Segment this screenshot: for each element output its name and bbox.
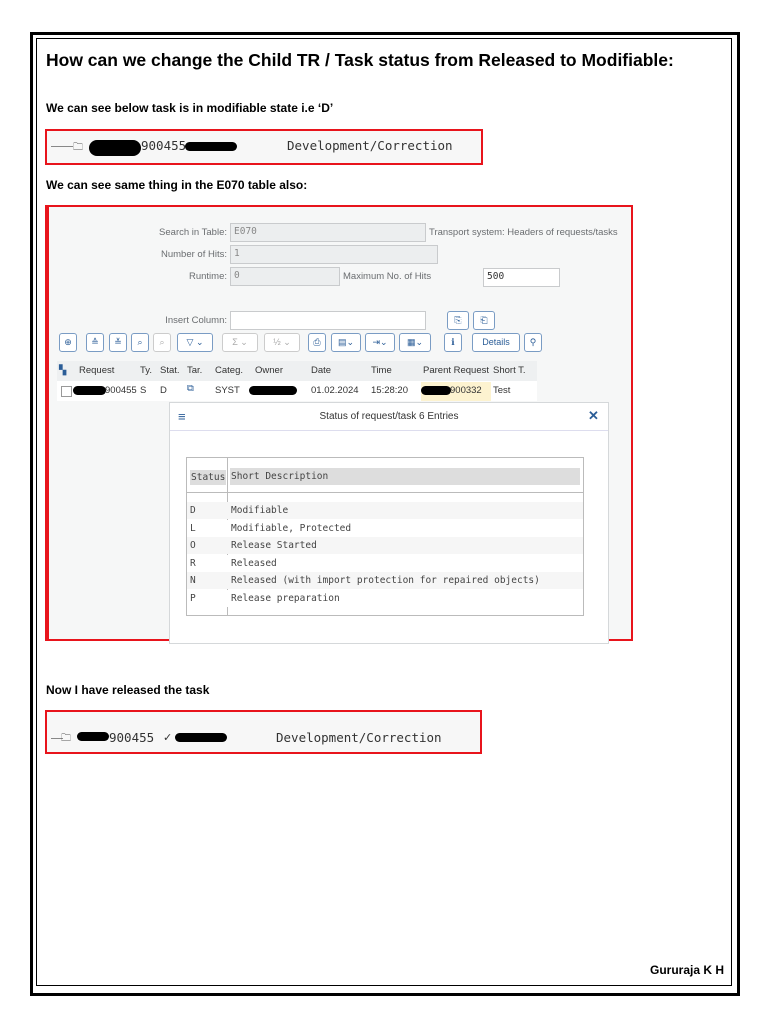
status-row[interactable]: N Released (with import protection for re… bbox=[187, 572, 583, 589]
status-row[interactable]: P Release preparation bbox=[187, 589, 583, 607]
col-target[interactable]: Tar. bbox=[187, 365, 202, 376]
status-desc: Released (with import protection for rep… bbox=[231, 575, 540, 586]
find-icon[interactable]: ⌕ bbox=[131, 333, 149, 352]
sort-desc-icon[interactable]: ≚ bbox=[109, 333, 127, 352]
cell-request: 900455 bbox=[105, 385, 137, 396]
screenshot-e070-table: Search in Table: E070 Transport system: … bbox=[45, 205, 633, 644]
col-status[interactable]: Stat. bbox=[160, 365, 180, 376]
column-settings-icon[interactable]: ▚ bbox=[59, 365, 66, 376]
export-icon[interactable]: ⇥⌄ bbox=[365, 333, 395, 352]
close-icon[interactable]: ✕ bbox=[588, 408, 599, 424]
search-label: Search in Table: bbox=[159, 227, 227, 238]
redacted-prefix bbox=[421, 386, 451, 395]
folder-icon: 🗀 bbox=[73, 142, 83, 153]
status-desc: Modifiable, Protected bbox=[231, 522, 352, 534]
col-request[interactable]: Request bbox=[79, 365, 114, 376]
status-code: D bbox=[190, 505, 196, 516]
status-code: N bbox=[190, 575, 196, 586]
redacted-prefix bbox=[77, 732, 109, 741]
col-short-text[interactable]: Short T. bbox=[493, 365, 526, 376]
sort-asc-icon[interactable]: ≙ bbox=[86, 333, 104, 352]
tree-line bbox=[51, 146, 73, 147]
redacted-owner bbox=[249, 386, 297, 395]
dialog-title: Status of request/task 6 Entries bbox=[319, 411, 459, 422]
redacted-owner bbox=[175, 733, 227, 742]
sum-icon[interactable]: Σ ⌄ bbox=[222, 333, 258, 352]
col-parent[interactable]: Parent Request bbox=[423, 365, 489, 376]
redacted-owner bbox=[185, 142, 237, 151]
cell-parent: 900332 bbox=[450, 385, 482, 396]
col-category[interactable]: Categ. bbox=[215, 365, 243, 376]
cell-short-text: Test bbox=[493, 385, 511, 396]
screenshot-task-modifiable: 🗀 900455 Development/Correction bbox=[45, 129, 483, 165]
author-name: Gururaja K H bbox=[650, 963, 725, 977]
col-status-header: Status bbox=[190, 470, 227, 485]
find-next-icon[interactable]: ⌕ bbox=[153, 333, 171, 352]
print-icon[interactable]: ⎙ bbox=[308, 333, 326, 352]
hits-label: Number of Hits: bbox=[161, 249, 227, 260]
redacted-prefix bbox=[89, 140, 141, 156]
cell-status: D bbox=[160, 385, 167, 396]
table-description: Transport system: Headers of requests/ta… bbox=[429, 227, 618, 238]
zoom-icon[interactable]: ⊕ bbox=[59, 333, 77, 352]
search-table-input[interactable]: E070 bbox=[230, 223, 426, 242]
col-desc-header: Short Description bbox=[230, 468, 580, 485]
col-owner[interactable]: Owner bbox=[255, 365, 283, 376]
redacted-prefix bbox=[73, 386, 106, 395]
details-label: Details bbox=[482, 337, 510, 347]
insert-before-button[interactable]: ⎘ bbox=[447, 311, 469, 330]
col-time[interactable]: Time bbox=[371, 365, 392, 376]
status-dialog: ≡ Status of request/task 6 Entries ✕ Sta… bbox=[169, 402, 609, 644]
filter-icon[interactable]: ▽ ⌄ bbox=[177, 333, 213, 352]
note-modifiable: We can see below task is in modifiable s… bbox=[46, 101, 334, 115]
released-check-icon: ✓ bbox=[163, 732, 173, 744]
dialog-divider bbox=[170, 430, 608, 431]
view-icon[interactable]: ▦⌄ bbox=[399, 333, 431, 352]
status-desc: Modifiable bbox=[231, 505, 289, 516]
hits-input[interactable]: 1 bbox=[230, 245, 438, 264]
status-row[interactable]: R Released bbox=[187, 554, 583, 572]
insert-column-input[interactable] bbox=[230, 311, 426, 330]
details-button[interactable]: Details bbox=[472, 333, 520, 352]
task-description: Development/Correction bbox=[276, 730, 442, 745]
row-select-checkbox[interactable] bbox=[61, 386, 72, 397]
status-code: P bbox=[190, 592, 196, 604]
max-hits-input[interactable]: 500 bbox=[483, 268, 560, 287]
page-title: How can we change the Child TR / Task st… bbox=[46, 50, 674, 70]
layout-icon[interactable]: ▤⌄ bbox=[331, 333, 361, 352]
cell-date: 01.02.2024 bbox=[311, 385, 359, 396]
subtotal-icon[interactable]: ½ ⌄ bbox=[264, 333, 300, 352]
header-divider bbox=[187, 492, 583, 493]
info-icon[interactable]: ℹ bbox=[444, 333, 462, 352]
task-description: Development/Correction bbox=[287, 138, 453, 153]
runtime-input[interactable]: 0 bbox=[230, 267, 340, 286]
status-row[interactable]: O Release Started bbox=[187, 537, 583, 554]
runtime-label: Runtime: bbox=[188, 271, 227, 282]
status-desc: Release Started bbox=[231, 540, 317, 551]
col-type[interactable]: Ty. bbox=[140, 365, 152, 376]
copy-icon[interactable]: ⧉ bbox=[187, 383, 194, 394]
status-desc: Released bbox=[231, 557, 277, 569]
cell-category: SYST bbox=[215, 385, 240, 396]
max-hits-label: Maximum No. of Hits bbox=[343, 271, 432, 282]
status-code: L bbox=[190, 522, 196, 534]
insert-column-label: Insert Column: bbox=[165, 315, 227, 326]
cell-type: S bbox=[140, 385, 147, 396]
note-e070: We can see same thing in the E070 table … bbox=[46, 178, 308, 192]
settings-icon[interactable]: ⚲ bbox=[524, 333, 542, 352]
status-row[interactable]: L Modifiable, Protected bbox=[187, 519, 583, 537]
folder-icon: 🗀 bbox=[61, 733, 71, 744]
status-code: O bbox=[190, 540, 196, 551]
screenshot-task-released: 🗀 900455 ✓ Development/Correction bbox=[45, 710, 482, 754]
col-date[interactable]: Date bbox=[311, 365, 331, 376]
status-row[interactable]: D Modifiable bbox=[187, 502, 583, 519]
note-released: Now I have released the task bbox=[46, 683, 210, 697]
insert-after-button[interactable]: ⎗ bbox=[473, 311, 495, 330]
cell-time: 15:28:20 bbox=[371, 385, 408, 396]
status-code: R bbox=[190, 557, 196, 569]
task-number[interactable]: 900455 bbox=[109, 730, 154, 745]
status-desc: Release preparation bbox=[231, 592, 340, 604]
status-table: Status Short Description D Modifiable L Mod… bbox=[186, 457, 584, 616]
task-number[interactable]: 900455 bbox=[141, 138, 186, 153]
